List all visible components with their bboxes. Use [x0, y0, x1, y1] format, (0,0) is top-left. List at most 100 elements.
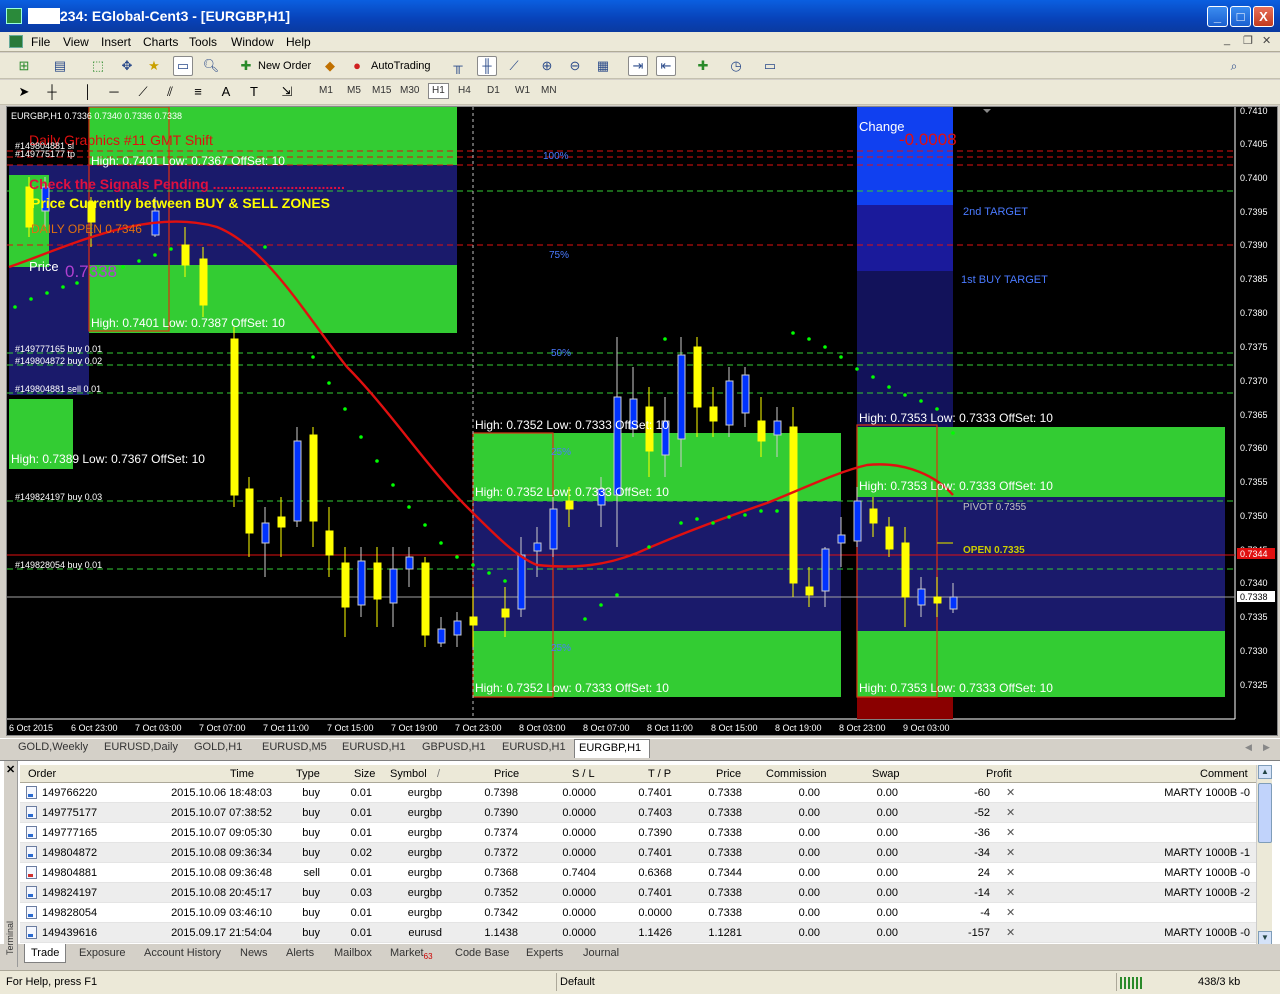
- timeframe-w1[interactable]: W1: [515, 85, 530, 96]
- chart-tab[interactable]: EURUSD,H1: [338, 741, 410, 753]
- chart-shift-marker[interactable]: [983, 109, 991, 113]
- maximize-button[interactable]: □: [1230, 6, 1251, 27]
- metaeditor-icon[interactable]: ◆: [320, 56, 340, 76]
- trade-row[interactable]: 149775177 2015.10.07 07:38:52 buy 0.01 eurgb…: [20, 803, 1256, 823]
- col-order[interactable]: Order: [28, 768, 56, 780]
- timeframe-m15[interactable]: M15: [372, 85, 391, 96]
- col-current-price[interactable]: Price: [716, 768, 741, 780]
- zoom-out-icon[interactable]: ⊖: [565, 56, 585, 76]
- mdi-close-icon[interactable]: ✕: [1262, 34, 1271, 47]
- trade-row[interactable]: 149777165 2015.10.07 09:05:30 buy 0.01 eurgb…: [20, 823, 1256, 843]
- market-watch-icon[interactable]: ⬚: [88, 56, 108, 76]
- terminal-tab-exposure[interactable]: Exposure: [79, 947, 125, 959]
- timeframe-mn[interactable]: MN: [541, 85, 557, 96]
- trade-row[interactable]: 149804881 2015.10.08 09:36:48 sell 0.01 eurg…: [20, 863, 1256, 883]
- strategy-tester-icon[interactable]: 🔍︎: [201, 56, 221, 76]
- col-commission[interactable]: Commission: [766, 768, 827, 780]
- new-chart-icon[interactable]: ⊞: [14, 56, 34, 76]
- close-order-icon[interactable]: ✕: [1006, 886, 1015, 899]
- search-icon[interactable]: ⌕: [1224, 56, 1244, 76]
- terminal-tab-trade[interactable]: Trade: [24, 944, 67, 963]
- chart-tab-active[interactable]: EURGBP,H1: [574, 739, 650, 758]
- trade-row[interactable]: 149828054 2015.10.09 03:46:10 buy 0.01 eurgb…: [20, 903, 1256, 923]
- close-order-icon[interactable]: ✕: [1006, 846, 1015, 859]
- close-button[interactable]: X: [1253, 6, 1274, 27]
- terminal-scrollbar[interactable]: ▲ ▼: [1256, 765, 1272, 945]
- col-type[interactable]: Type: [296, 768, 320, 780]
- price-chart[interactable]: EURGBP,H1 0.7336 0.7340 0.7336 0.7338 Da…: [6, 106, 1278, 736]
- scroll-down-icon[interactable]: ▼: [1258, 931, 1272, 945]
- menu-window[interactable]: Window: [231, 35, 274, 49]
- terminal-tab-journal[interactable]: Journal: [583, 947, 619, 959]
- arrows-icon[interactable]: ⇲: [277, 82, 297, 102]
- col-price[interactable]: Price: [494, 768, 519, 780]
- horizontal-line-icon[interactable]: ─: [104, 82, 124, 102]
- menu-file[interactable]: File: [31, 35, 50, 49]
- col-size[interactable]: Size: [354, 768, 375, 780]
- scroll-thumb[interactable]: [1258, 783, 1272, 843]
- channel-icon[interactable]: ⫽: [160, 82, 180, 102]
- trade-row[interactable]: 149766220 2015.10.06 18:48:03 buy 0.01 eurgb…: [20, 783, 1256, 803]
- col-sl[interactable]: S / L: [572, 768, 595, 780]
- timeframe-m1[interactable]: M1: [319, 85, 333, 96]
- chart-tab[interactable]: GBPUSD,H1: [418, 741, 490, 753]
- timeframe-m5[interactable]: M5: [347, 85, 361, 96]
- chart-tab[interactable]: EURUSD,Daily: [100, 741, 182, 753]
- trade-row[interactable]: 149824197 2015.10.08 20:45:17 buy 0.03 eurgb…: [20, 883, 1256, 903]
- terminal-close-icon[interactable]: ✕: [6, 763, 15, 776]
- close-order-icon[interactable]: ✕: [1006, 866, 1015, 879]
- fibonacci-icon[interactable]: ≡: [188, 82, 208, 102]
- menu-help[interactable]: Help: [286, 35, 311, 49]
- crosshair-icon[interactable]: ┼: [42, 82, 62, 102]
- close-order-icon[interactable]: ✕: [1006, 826, 1015, 839]
- terminal-tab-market[interactable]: Market63: [390, 947, 433, 961]
- trade-row[interactable]: 149439616 2015.09.17 21:54:04 buy 0.01 eurus…: [20, 923, 1256, 943]
- menu-view[interactable]: View: [63, 35, 89, 49]
- zoom-in-icon[interactable]: ⊕: [537, 56, 557, 76]
- mdi-restore-icon[interactable]: ❐: [1243, 34, 1253, 47]
- terminal-tab-news[interactable]: News: [240, 947, 268, 959]
- col-profit[interactable]: Profit: [986, 768, 1012, 780]
- chart-tab[interactable]: GOLD,Weekly: [14, 741, 92, 753]
- menu-insert[interactable]: Insert: [101, 35, 131, 49]
- templates-icon[interactable]: ▭: [760, 56, 780, 76]
- chart-tab[interactable]: GOLD,H1: [190, 741, 246, 753]
- chart-tab[interactable]: EURUSD,H1: [498, 741, 570, 753]
- timeframe-d1[interactable]: D1: [487, 85, 500, 96]
- trade-row[interactable]: 149804872 2015.10.08 09:36:34 buy 0.02 eurgb…: [20, 843, 1256, 863]
- bar-chart-icon[interactable]: ╥: [448, 56, 468, 76]
- menu-charts[interactable]: Charts: [143, 35, 178, 49]
- scroll-up-icon[interactable]: ▲: [1258, 765, 1272, 779]
- line-chart-icon[interactable]: ⟋: [504, 56, 524, 76]
- text-label-icon[interactable]: T: [244, 82, 264, 102]
- cursor-icon[interactable]: ➤: [14, 82, 34, 102]
- trendline-icon[interactable]: ⟋: [133, 82, 153, 102]
- mdi-minimize-icon[interactable]: _: [1224, 34, 1230, 46]
- menu-tools[interactable]: Tools: [189, 35, 217, 49]
- new-order-button[interactable]: New Order: [258, 56, 311, 76]
- text-icon[interactable]: A: [216, 82, 236, 102]
- col-time[interactable]: Time: [230, 768, 254, 780]
- navigator-icon[interactable]: ✥: [117, 56, 137, 76]
- timeframe-m30[interactable]: M30: [400, 85, 419, 96]
- chart-window-icon[interactable]: [9, 35, 23, 48]
- timeframe-h1[interactable]: H1: [428, 83, 449, 99]
- close-order-icon[interactable]: ✕: [1006, 926, 1015, 939]
- autotrading-button[interactable]: AutoTrading: [371, 56, 431, 76]
- periods-clock-icon[interactable]: ◷: [726, 56, 746, 76]
- profiles-icon[interactable]: ▤: [50, 56, 70, 76]
- minimize-button[interactable]: _: [1207, 6, 1228, 27]
- timeframe-h4[interactable]: H4: [458, 85, 471, 96]
- favorites-icon[interactable]: ★: [144, 56, 164, 76]
- terminal-tab-mailbox[interactable]: Mailbox: [334, 947, 372, 959]
- col-symbol[interactable]: Symbol: [390, 768, 427, 780]
- col-comment[interactable]: Comment: [1200, 768, 1248, 780]
- close-order-icon[interactable]: ✕: [1006, 906, 1015, 919]
- terminal-tab-account-history[interactable]: Account History: [144, 947, 221, 959]
- close-order-icon[interactable]: ✕: [1006, 806, 1015, 819]
- tab-scroll-left-icon[interactable]: ◀: [1245, 742, 1252, 753]
- col-tp[interactable]: T / P: [648, 768, 671, 780]
- tab-scroll-right-icon[interactable]: ▶: [1263, 742, 1270, 753]
- col-swap[interactable]: Swap: [872, 768, 900, 780]
- chart-tab[interactable]: EURUSD,M5: [258, 741, 331, 753]
